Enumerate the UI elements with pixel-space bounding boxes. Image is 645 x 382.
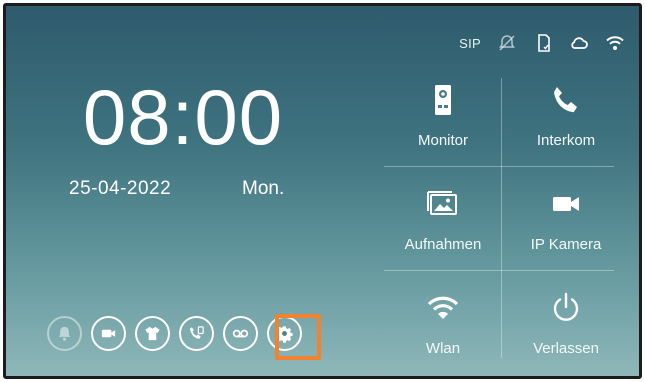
clock-time: 08:00 <box>82 73 284 161</box>
tile-aufnahmen-label: Aufnahmen <box>404 236 482 253</box>
function-grid: Monitor Interkom Aufnahmen IP Kamera Wla… <box>384 78 629 372</box>
wifi-icon <box>427 296 459 319</box>
tile-interkom-label: Interkom <box>536 132 596 149</box>
voicemail-icon <box>232 329 249 338</box>
tile-interkom[interactable]: Interkom <box>505 78 627 176</box>
cloud-icon <box>569 33 589 53</box>
clock-day: Mon. <box>242 178 285 199</box>
do-not-disturb-icon <box>58 326 71 341</box>
tile-monitor[interactable]: Monitor <box>382 78 504 176</box>
shirt-button[interactable] <box>135 316 170 351</box>
selection-highlight <box>275 314 321 360</box>
quick-action-bar <box>47 316 302 351</box>
do-not-disturb-button[interactable] <box>47 316 82 351</box>
shirt-icon <box>145 326 160 341</box>
tile-monitor-label: Monitor <box>417 132 469 149</box>
tile-ip-kamera-label: IP Kamera <box>530 236 602 253</box>
video-icon <box>101 329 116 338</box>
tile-wlan[interactable]: Wlan <box>382 286 504 376</box>
phone-transfer-button[interactable] <box>179 316 214 351</box>
video-button[interactable] <box>91 316 126 351</box>
bell-muted-icon <box>497 33 517 53</box>
camera-icon <box>553 197 579 211</box>
sip-status: SIP <box>459 35 481 51</box>
tile-wlan-label: Wlan <box>425 340 461 357</box>
intercom-home-screen: SIP 08:00 25-04-2022 Mon. Monitor Interk… <box>3 3 642 379</box>
tile-verlassen-label: Verlassen <box>533 340 599 357</box>
clock-date: 25-04-2022 <box>69 178 172 199</box>
phone-icon <box>554 87 577 113</box>
wifi-icon <box>605 33 625 53</box>
door-station-icon <box>435 85 451 115</box>
phone-transfer-icon <box>189 326 204 339</box>
gallery-icon <box>427 191 457 215</box>
tile-ip-kamera[interactable]: IP Kamera <box>505 182 627 280</box>
sd-card-icon <box>533 33 553 53</box>
power-icon <box>553 292 579 321</box>
tile-aufnahmen[interactable]: Aufnahmen <box>382 182 504 280</box>
tile-verlassen[interactable]: Verlassen <box>505 286 627 376</box>
status-bar: SIP <box>459 32 625 54</box>
voicemail-button[interactable] <box>223 316 258 351</box>
